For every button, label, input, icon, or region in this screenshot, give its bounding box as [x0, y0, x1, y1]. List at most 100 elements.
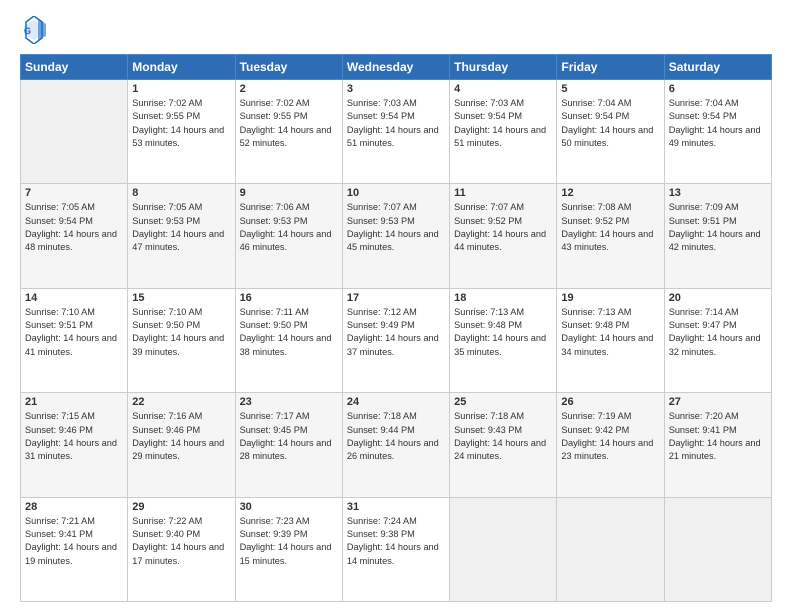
day-number: 7 [25, 187, 123, 199]
header: G [20, 16, 772, 44]
calendar-cell [557, 497, 664, 601]
day-number: 23 [240, 396, 338, 408]
calendar-cell: 8 Sunrise: 7:05 AMSunset: 9:53 PMDaylight… [128, 184, 235, 288]
cell-info: Sunrise: 7:19 AMSunset: 9:42 PMDaylight:… [561, 410, 659, 463]
cell-info: Sunrise: 7:05 AMSunset: 9:54 PMDaylight:… [25, 201, 123, 254]
calendar-cell: 27 Sunrise: 7:20 AMSunset: 9:41 PMDayligh… [664, 393, 771, 497]
day-number: 9 [240, 187, 338, 199]
day-number: 14 [25, 292, 123, 304]
calendar-cell: 6 Sunrise: 7:04 AMSunset: 9:54 PMDaylight… [664, 80, 771, 184]
calendar-cell: 3 Sunrise: 7:03 AMSunset: 9:54 PMDaylight… [342, 80, 449, 184]
calendar-cell: 7 Sunrise: 7:05 AMSunset: 9:54 PMDaylight… [21, 184, 128, 288]
calendar-cell: 12 Sunrise: 7:08 AMSunset: 9:52 PMDayligh… [557, 184, 664, 288]
calendar-cell: 15Sunrise: 7:10 AMSunset: 9:50 PMDayligh… [128, 288, 235, 392]
cell-info: Sunrise: 7:08 AMSunset: 9:52 PMDaylight:… [561, 201, 659, 254]
day-number: 30 [240, 501, 338, 513]
cell-info: Sunrise: 7:23 AMSunset: 9:39 PMDaylight:… [240, 515, 338, 568]
cell-info: Sunrise: 7:07 AMSunset: 9:53 PMDaylight:… [347, 201, 445, 254]
cell-info: Sunrise: 7:05 AMSunset: 9:53 PMDaylight:… [132, 201, 230, 254]
cell-info: Sunrise: 7:07 AMSunset: 9:52 PMDaylight:… [454, 201, 552, 254]
cell-info: Sunrise: 7:15 AMSunset: 9:46 PMDaylight:… [25, 410, 123, 463]
day-number: 2 [240, 83, 338, 95]
day-number: 29 [132, 501, 230, 513]
calendar-week-1: 1 Sunrise: 7:02 AMSunset: 9:55 PMDaylight… [21, 80, 772, 184]
cell-info: Sunrise: 7:14 AMSunset: 9:47 PMDaylight:… [669, 306, 767, 359]
day-number: 27 [669, 396, 767, 408]
cell-info: Sunrise: 7:03 AMSunset: 9:54 PMDaylight:… [454, 97, 552, 150]
day-number: 1 [132, 83, 230, 95]
cell-info: Sunrise: 7:09 AMSunset: 9:51 PMDaylight:… [669, 201, 767, 254]
cell-info: Sunrise: 7:22 AMSunset: 9:40 PMDaylight:… [132, 515, 230, 568]
calendar-cell: 13 Sunrise: 7:09 AMSunset: 9:51 PMDayligh… [664, 184, 771, 288]
weekday-header-tuesday: Tuesday [235, 55, 342, 80]
calendar-cell [664, 497, 771, 601]
calendar-cell: 18 Sunrise: 7:13 AMSunset: 9:48 PMDayligh… [450, 288, 557, 392]
calendar-week-3: 14Sunrise: 7:10 AMSunset: 9:51 PMDayligh… [21, 288, 772, 392]
calendar-cell: 30 Sunrise: 7:23 AMSunset: 9:39 PMDayligh… [235, 497, 342, 601]
logo: G [20, 16, 52, 44]
cell-info: Sunrise: 7:20 AMSunset: 9:41 PMDaylight:… [669, 410, 767, 463]
weekday-header-thursday: Thursday [450, 55, 557, 80]
calendar-cell: 29 Sunrise: 7:22 AMSunset: 9:40 PMDayligh… [128, 497, 235, 601]
calendar-cell: 24 Sunrise: 7:18 AMSunset: 9:44 PMDayligh… [342, 393, 449, 497]
cell-info: Sunrise: 7:18 AMSunset: 9:43 PMDaylight:… [454, 410, 552, 463]
calendar-cell: 23 Sunrise: 7:17 AMSunset: 9:45 PMDayligh… [235, 393, 342, 497]
calendar-cell: 1 Sunrise: 7:02 AMSunset: 9:55 PMDaylight… [128, 80, 235, 184]
calendar-cell: 26 Sunrise: 7:19 AMSunset: 9:42 PMDayligh… [557, 393, 664, 497]
cell-info: Sunrise: 7:04 AMSunset: 9:54 PMDaylight:… [561, 97, 659, 150]
day-number: 5 [561, 83, 659, 95]
day-number: 31 [347, 501, 445, 513]
day-number: 18 [454, 292, 552, 304]
day-number: 12 [561, 187, 659, 199]
day-number: 8 [132, 187, 230, 199]
day-number: 11 [454, 187, 552, 199]
cell-info: Sunrise: 7:21 AMSunset: 9:41 PMDaylight:… [25, 515, 123, 568]
cell-info: Sunrise: 7:02 AMSunset: 9:55 PMDaylight:… [132, 97, 230, 150]
calendar-cell [450, 497, 557, 601]
day-number: 25 [454, 396, 552, 408]
calendar-cell: 11 Sunrise: 7:07 AMSunset: 9:52 PMDayligh… [450, 184, 557, 288]
cell-info: Sunrise: 7:13 AMSunset: 9:48 PMDaylight:… [454, 306, 552, 359]
calendar-cell: 17Sunrise: 7:12 AMSunset: 9:49 PMDayligh… [342, 288, 449, 392]
calendar-cell: 9 Sunrise: 7:06 AMSunset: 9:53 PMDaylight… [235, 184, 342, 288]
calendar-cell: 28Sunrise: 7:21 AMSunset: 9:41 PMDayligh… [21, 497, 128, 601]
calendar-cell: 14Sunrise: 7:10 AMSunset: 9:51 PMDayligh… [21, 288, 128, 392]
page: G SundayMondayTuesdayWednesdayThursdayFr… [0, 0, 792, 612]
calendar-cell: 4Sunrise: 7:03 AMSunset: 9:54 PMDaylight… [450, 80, 557, 184]
day-number: 26 [561, 396, 659, 408]
cell-info: Sunrise: 7:04 AMSunset: 9:54 PMDaylight:… [669, 97, 767, 150]
svg-text:G: G [24, 26, 31, 36]
calendar-table: SundayMondayTuesdayWednesdayThursdayFrid… [20, 54, 772, 602]
cell-info: Sunrise: 7:06 AMSunset: 9:53 PMDaylight:… [240, 201, 338, 254]
cell-info: Sunrise: 7:18 AMSunset: 9:44 PMDaylight:… [347, 410, 445, 463]
weekday-header-saturday: Saturday [664, 55, 771, 80]
cell-info: Sunrise: 7:16 AMSunset: 9:46 PMDaylight:… [132, 410, 230, 463]
day-number: 16 [240, 292, 338, 304]
calendar-cell: 5 Sunrise: 7:04 AMSunset: 9:54 PMDaylight… [557, 80, 664, 184]
calendar-cell: 22 Sunrise: 7:16 AMSunset: 9:46 PMDayligh… [128, 393, 235, 497]
weekday-header-friday: Friday [557, 55, 664, 80]
day-number: 22 [132, 396, 230, 408]
calendar-cell: 20Sunrise: 7:14 AMSunset: 9:47 PMDayligh… [664, 288, 771, 392]
calendar-cell: 19 Sunrise: 7:13 AMSunset: 9:48 PMDayligh… [557, 288, 664, 392]
day-number: 24 [347, 396, 445, 408]
calendar-week-4: 21Sunrise: 7:15 AMSunset: 9:46 PMDayligh… [21, 393, 772, 497]
day-number: 10 [347, 187, 445, 199]
day-number: 19 [561, 292, 659, 304]
day-number: 3 [347, 83, 445, 95]
cell-info: Sunrise: 7:17 AMSunset: 9:45 PMDaylight:… [240, 410, 338, 463]
day-number: 6 [669, 83, 767, 95]
cell-info: Sunrise: 7:10 AMSunset: 9:50 PMDaylight:… [132, 306, 230, 359]
cell-info: Sunrise: 7:03 AMSunset: 9:54 PMDaylight:… [347, 97, 445, 150]
day-number: 13 [669, 187, 767, 199]
weekday-header-row: SundayMondayTuesdayWednesdayThursdayFrid… [21, 55, 772, 80]
cell-info: Sunrise: 7:13 AMSunset: 9:48 PMDaylight:… [561, 306, 659, 359]
calendar-cell: 2Sunrise: 7:02 AMSunset: 9:55 PMDaylight… [235, 80, 342, 184]
cell-info: Sunrise: 7:24 AMSunset: 9:38 PMDaylight:… [347, 515, 445, 568]
weekday-header-monday: Monday [128, 55, 235, 80]
calendar-cell: 21Sunrise: 7:15 AMSunset: 9:46 PMDayligh… [21, 393, 128, 497]
weekday-header-sunday: Sunday [21, 55, 128, 80]
calendar-week-2: 7 Sunrise: 7:05 AMSunset: 9:54 PMDaylight… [21, 184, 772, 288]
cell-info: Sunrise: 7:11 AMSunset: 9:50 PMDaylight:… [240, 306, 338, 359]
calendar-cell: 31 Sunrise: 7:24 AMSunset: 9:38 PMDayligh… [342, 497, 449, 601]
